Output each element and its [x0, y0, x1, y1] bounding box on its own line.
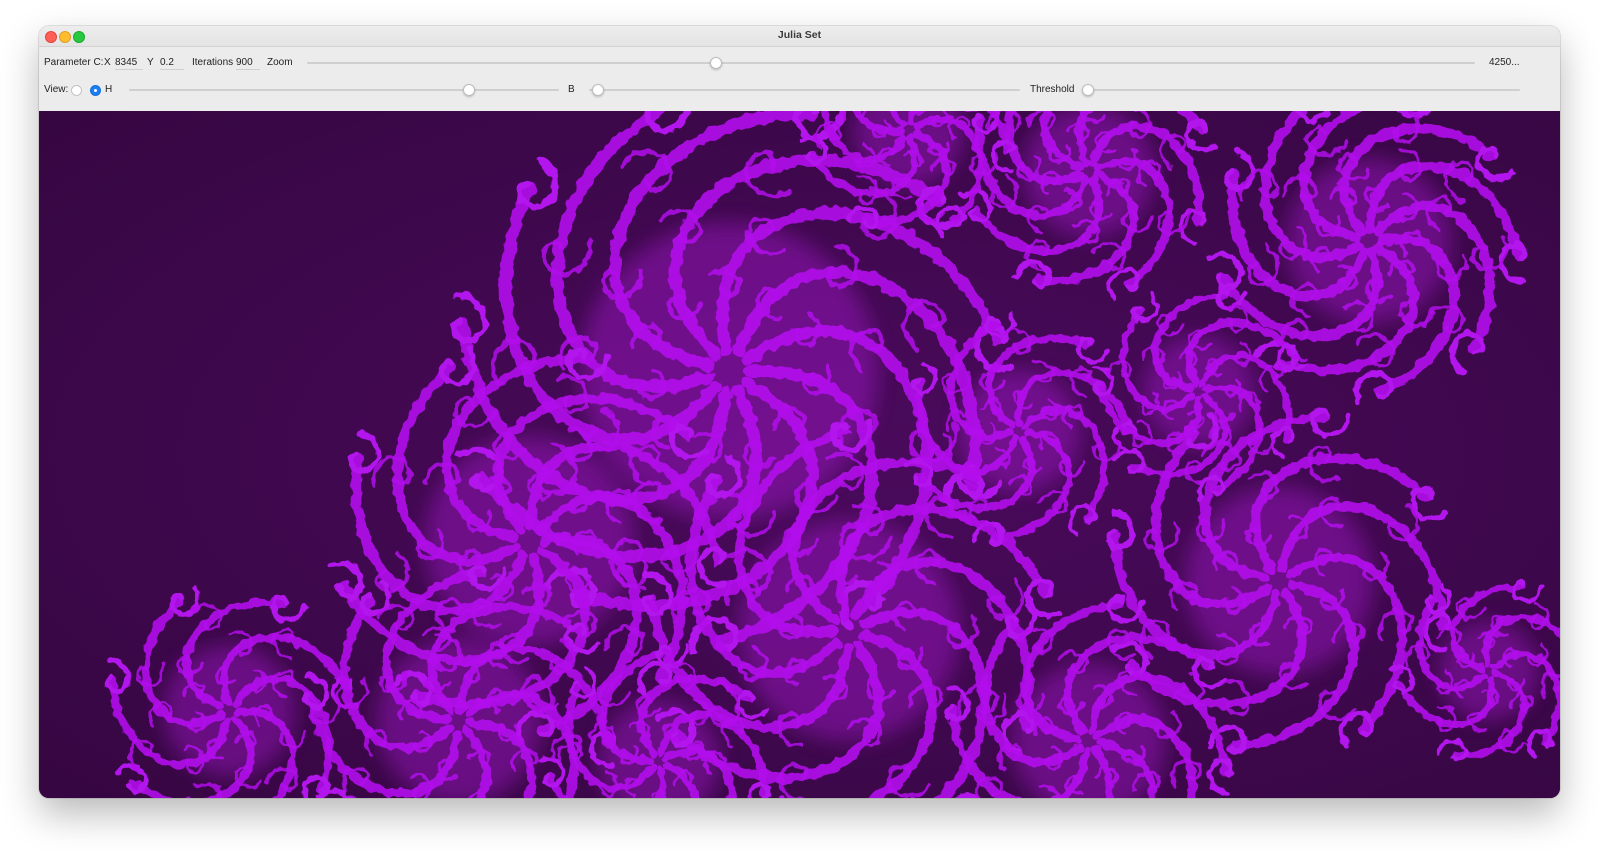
- parameter-c-label: Parameter C:: [44, 57, 104, 68]
- y-input[interactable]: 0.2: [160, 55, 184, 70]
- julia-set-window: Julia Set Parameter C: X 8345 Y 0.2 Iter…: [39, 26, 1560, 798]
- iterations-label: Iterations: [192, 57, 234, 68]
- title-bar: Julia Set: [39, 26, 1560, 47]
- y-label: Y: [147, 57, 154, 68]
- window-title: Julia Set: [777, 29, 822, 41]
- h-slider-track: [129, 89, 559, 91]
- zoom-slider[interactable]: [307, 55, 1475, 71]
- zoom-label: Zoom: [267, 57, 293, 68]
- x-input[interactable]: 8345: [115, 55, 143, 70]
- julia-fractal-image: [39, 111, 1560, 798]
- zoom-readout: 4250...: [1489, 57, 1520, 68]
- view-radio-unlabeled[interactable]: [71, 85, 82, 96]
- fractal-glow-blob: [1185, 487, 1373, 675]
- b-slider[interactable]: [589, 82, 1020, 98]
- view-label: View:: [44, 84, 69, 95]
- iterations-input[interactable]: 900: [236, 55, 260, 70]
- threshold-slider-knob[interactable]: [1082, 84, 1094, 96]
- b-slider-knob[interactable]: [591, 84, 604, 96]
- b-slider-track: [589, 89, 1020, 91]
- zoom-slider-track: [307, 62, 1475, 64]
- threshold-slider[interactable]: [1082, 82, 1520, 98]
- view-radio-h[interactable]: [90, 85, 101, 96]
- threshold-slider-track: [1088, 89, 1520, 91]
- zoom-slider-knob[interactable]: [709, 57, 722, 69]
- h-slider-knob[interactable]: [462, 84, 475, 96]
- b-label: B: [568, 84, 575, 95]
- h-slider[interactable]: [129, 82, 559, 98]
- view-radio-h-label: H: [105, 84, 113, 95]
- x-label: X: [104, 57, 111, 68]
- fractal-canvas[interactable]: [39, 111, 1560, 798]
- threshold-label: Threshold: [1030, 84, 1075, 95]
